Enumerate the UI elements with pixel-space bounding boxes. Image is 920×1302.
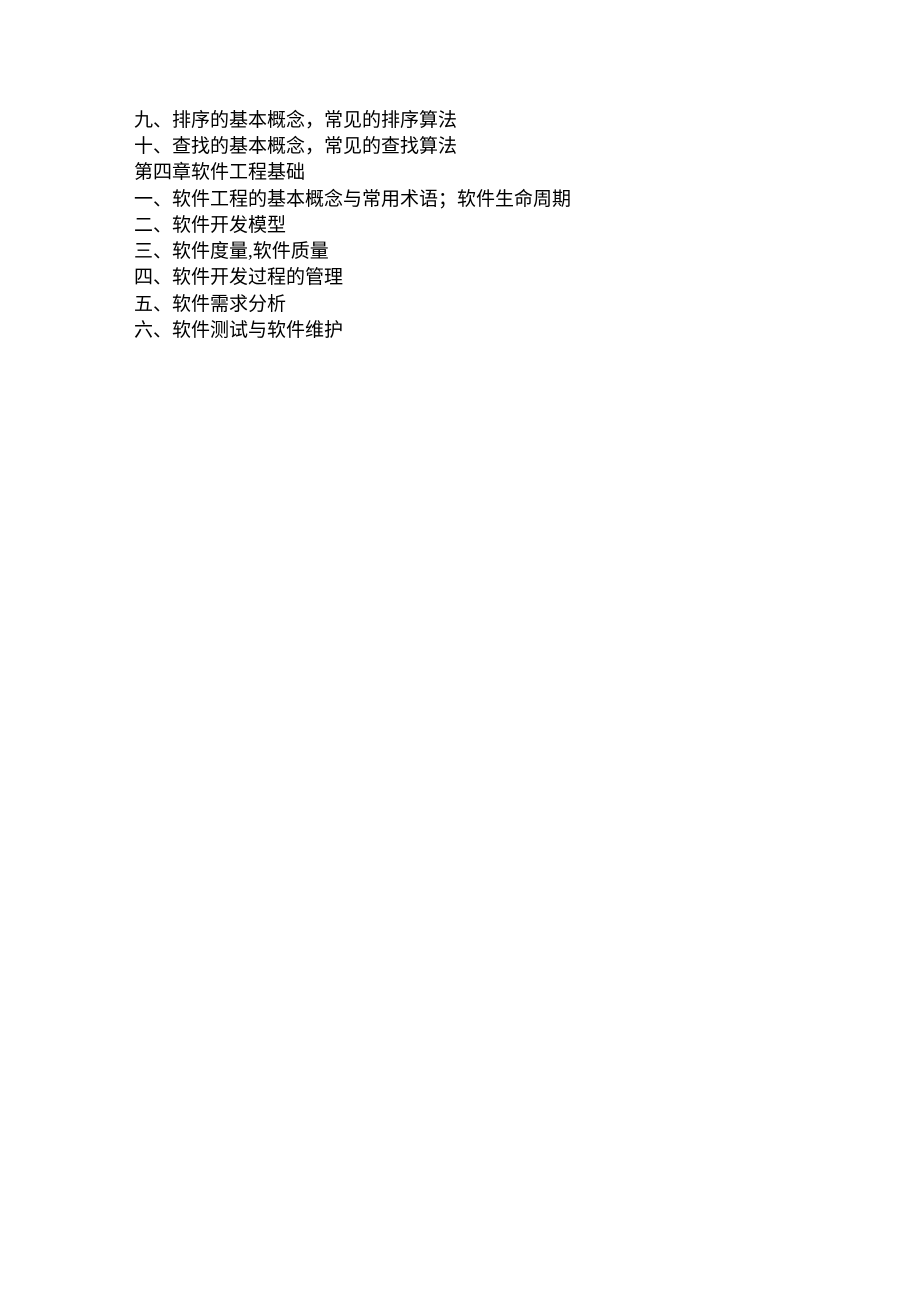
outline-item-5: 五、软件需求分析 bbox=[134, 292, 920, 318]
outline-item-2: 二、软件开发模型 bbox=[134, 213, 920, 239]
outline-item-6: 六、软件测试与软件维护 bbox=[134, 318, 920, 344]
chapter-4-heading: 第四章软件工程基础 bbox=[134, 160, 920, 186]
outline-item-3: 三、软件度量,软件质量 bbox=[134, 239, 920, 265]
outline-item-4: 四、软件开发过程的管理 bbox=[134, 265, 920, 291]
outline-item-1: 一、软件工程的基本概念与常用术语；软件生命周期 bbox=[134, 187, 920, 213]
outline-item-10: 十、查找的基本概念，常见的查找算法 bbox=[134, 134, 920, 160]
outline-item-9: 九、排序的基本概念，常见的排序算法 bbox=[134, 108, 920, 134]
